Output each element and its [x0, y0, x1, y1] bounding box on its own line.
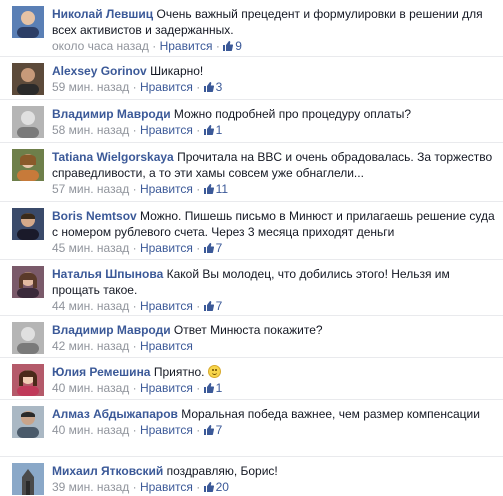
like-button[interactable]: Нравится — [140, 339, 193, 353]
comment-time[interactable]: около часа назад — [52, 39, 149, 53]
person-photo-icon — [12, 406, 44, 438]
person-photo-icon — [12, 106, 44, 138]
thumbs-up-icon — [203, 125, 214, 135]
avatar[interactable] — [12, 208, 44, 240]
like-button[interactable]: Нравится — [160, 39, 213, 53]
like-count[interactable]: 9 — [223, 39, 242, 53]
comment-author[interactable]: Владимир Мавроди — [52, 323, 171, 337]
avatar[interactable] — [12, 106, 44, 138]
like-button[interactable]: Нравится — [140, 299, 193, 313]
thumbs-up-icon — [203, 425, 214, 435]
like-count[interactable]: 1 — [203, 123, 222, 137]
comment-time[interactable]: 40 мин. назад — [52, 423, 129, 437]
like-count[interactable]: 7 — [203, 423, 222, 437]
comment: Наталья Шпынова Какой Вы молодец, что до… — [0, 259, 503, 315]
thumbs-up-icon — [203, 82, 214, 92]
person-photo-icon — [12, 322, 44, 354]
comment-author[interactable]: Владимир Мавроди — [52, 107, 171, 121]
like-button[interactable]: Нравится — [140, 80, 193, 94]
person-photo-icon — [12, 63, 44, 95]
person-photo-icon — [12, 149, 44, 181]
smile-emoji-icon — [207, 365, 221, 378]
person-photo-icon — [12, 364, 44, 396]
like-count[interactable]: 20 — [203, 480, 229, 494]
comment: Владимир Мавроди Можно подробней про про… — [0, 99, 503, 142]
like-count[interactable]: 11 — [203, 182, 228, 196]
like-button[interactable]: Нравится — [140, 480, 193, 494]
like-button[interactable]: Нравится — [140, 182, 193, 196]
avatar[interactable] — [12, 266, 44, 298]
comment-author[interactable]: Boris Nemtsov — [52, 209, 137, 223]
comment-text: Ответ Минюста покажите? — [173, 323, 323, 337]
comment-author[interactable]: Николай Левшиц — [52, 7, 153, 21]
comment-time[interactable]: 42 мин. назад — [52, 339, 129, 353]
thumbs-up-icon — [223, 41, 234, 51]
comment-text: Шикарно! — [150, 64, 204, 78]
comment-time[interactable]: 58 мин. назад — [52, 123, 129, 137]
like-count[interactable]: 1 — [203, 381, 222, 395]
person-photo-icon — [12, 6, 44, 38]
comment: Boris Nemtsov Можно. Пишешь письмо в Мин… — [0, 201, 503, 259]
thumbs-up-icon — [203, 184, 214, 194]
like-button[interactable]: Нравится — [140, 381, 193, 395]
comment-author[interactable]: Наталья Шпынова — [52, 267, 163, 281]
avatar[interactable] — [12, 364, 44, 396]
comment-time[interactable]: 40 мин. назад — [52, 381, 129, 395]
comment: Юлия Ремешина Приятно. 40 мин. назад · Н… — [0, 357, 503, 399]
comment: Михаил Ятковский поздравляю, Борис! 39 м… — [0, 456, 503, 496]
comment-time[interactable]: 44 мин. назад — [52, 299, 129, 313]
person-photo-icon — [12, 463, 44, 495]
like-button[interactable]: Нравится — [140, 423, 193, 437]
like-button[interactable]: Нравится — [140, 241, 193, 255]
thumbs-up-icon — [203, 383, 214, 393]
thumbs-up-icon — [203, 482, 214, 492]
comment: Alexsey Gorinov Шикарно! 59 мин. назад ·… — [0, 56, 503, 99]
thumbs-up-icon — [203, 243, 214, 253]
comment-text: поздравляю, Борис! — [166, 464, 278, 478]
comment-author[interactable]: Alexsey Gorinov — [52, 64, 147, 78]
comment-text: Можно подробней про процедуру оплаты? — [173, 107, 412, 121]
comment-text: Приятно. — [153, 365, 205, 379]
avatar[interactable] — [12, 149, 44, 181]
avatar[interactable] — [12, 6, 44, 38]
comment: Алмаз Абдыжапаров Моральная победа важне… — [0, 399, 503, 456]
comment-time[interactable]: 57 мин. назад — [52, 182, 129, 196]
comment-time[interactable]: 39 мин. назад — [52, 480, 129, 494]
comment-time[interactable]: 45 мин. назад — [52, 241, 129, 255]
avatar[interactable] — [12, 63, 44, 95]
comment: Владимир Мавроди Ответ Минюста покажите?… — [0, 315, 503, 357]
like-count[interactable]: 7 — [203, 241, 222, 255]
person-photo-icon — [12, 266, 44, 298]
like-count[interactable]: 7 — [203, 299, 222, 313]
like-count[interactable]: 3 — [203, 80, 222, 94]
comment: Николай Левшиц Очень важный прецедент и … — [0, 0, 503, 56]
thumbs-up-icon — [203, 301, 214, 311]
avatar[interactable] — [12, 406, 44, 438]
avatar[interactable] — [12, 463, 44, 495]
like-button[interactable]: Нравится — [140, 123, 193, 137]
person-photo-icon — [12, 208, 44, 240]
comment-author[interactable]: Юлия Ремешина — [52, 365, 150, 379]
comment-author[interactable]: Tatiana Wielgorskaya — [52, 150, 174, 164]
comment-author[interactable]: Михаил Ятковский — [52, 464, 163, 478]
comment-author[interactable]: Алмаз Абдыжапаров — [52, 407, 178, 421]
comment: Tatiana Wielgorskaya Прочитала на BBC и … — [0, 142, 503, 201]
comment-time[interactable]: 59 мин. назад — [52, 80, 129, 94]
avatar[interactable] — [12, 322, 44, 354]
comment-text: Моральная победа важнее, чем размер комп… — [181, 407, 480, 421]
